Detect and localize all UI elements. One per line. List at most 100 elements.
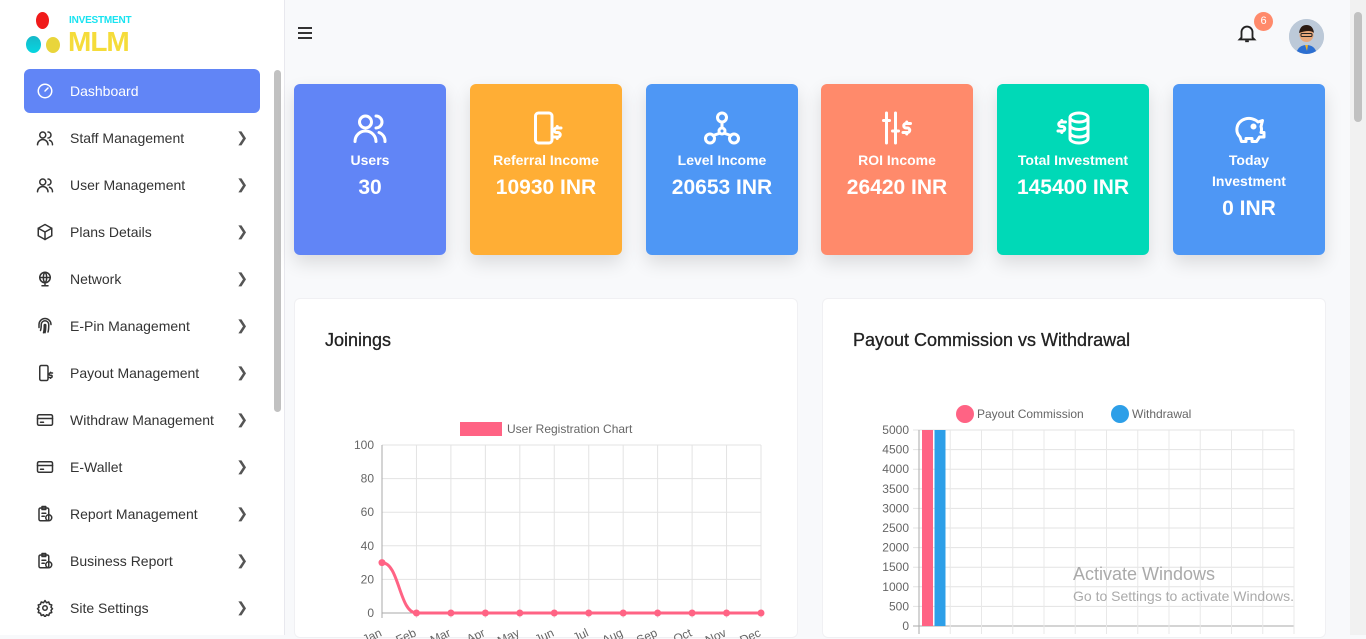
logo-top-text: INVESTMENT: [69, 15, 132, 26]
sidebar-item-label: Report Management: [70, 506, 198, 522]
dashboard-icon: [37, 83, 53, 99]
sidebar-item-network[interactable]: Network ❯: [24, 257, 260, 301]
x-tick-label: Apr: [464, 626, 487, 639]
topbar: 6: [286, 0, 1350, 68]
stat-card-referral-income[interactable]: Referral Income 10930 INR: [470, 84, 622, 255]
users-icon: [36, 131, 54, 146]
users-icon: [353, 114, 387, 143]
data-point[interactable]: [516, 609, 524, 617]
legend-label[interactable]: Withdrawal: [1132, 407, 1191, 421]
sidebar-item-e-wallet[interactable]: E-Wallet ❯: [24, 445, 260, 489]
sidebar-item-plans-details[interactable]: Plans Details ❯: [24, 210, 260, 254]
card-icon: [36, 458, 54, 476]
legend-swatch: [460, 422, 502, 436]
logo-main-text: MLM: [68, 26, 130, 57]
data-point[interactable]: [378, 559, 386, 567]
sidebar: INVESTMENT MLM Dashboard Staff Management…: [0, 0, 285, 635]
sidebar-item-label: Network: [70, 271, 122, 287]
y-tick-label: 1000: [882, 580, 909, 594]
legend-label[interactable]: User Registration Chart: [507, 422, 633, 436]
x-tick-label: Feb: [394, 625, 419, 639]
stat-value: 30: [358, 176, 382, 199]
sidebar-item-report-management[interactable]: Report Management ❯: [24, 492, 260, 536]
bar[interactable]: [922, 430, 933, 626]
sidebar-item-payout-management[interactable]: Payout Management ❯: [24, 351, 260, 395]
y-tick-label: 1500: [882, 560, 909, 574]
mobile-dollar-icon: [36, 364, 54, 382]
y-tick-label: 3000: [882, 501, 909, 515]
joinings-line-chart: User Registration Chart 100 80 60 40 20 0 Jan Fe…: [354, 422, 765, 639]
coins-icon: [1056, 111, 1090, 145]
page-scrollbar[interactable]: [1350, 0, 1366, 635]
dashboard-icon: [36, 82, 54, 100]
sidebar-item-label: Dashboard: [70, 83, 139, 99]
menu-toggle-icon[interactable]: [298, 27, 312, 39]
sidebar-item-business-report[interactable]: Business Report ❯: [24, 539, 260, 583]
data-point[interactable]: [757, 609, 765, 617]
sidebar-item-label: Business Report: [70, 553, 173, 569]
stat-label: ROI Income: [858, 152, 936, 168]
stat-label: Referral Income: [493, 152, 599, 168]
data-point[interactable]: [688, 609, 696, 617]
gear-icon: [36, 599, 54, 617]
stat-value: 145400 INR: [1016, 176, 1130, 199]
chevron-right-icon: ❯: [236, 411, 248, 427]
legend-label[interactable]: Payout Commission: [977, 407, 1084, 421]
users-icon: [36, 176, 54, 194]
data-point[interactable]: [723, 609, 731, 617]
y-tick-label: 3500: [882, 482, 909, 496]
y-tick-label: 20: [361, 572, 375, 586]
sidebar-item-user-management[interactable]: User Management ❯: [24, 163, 260, 207]
chevron-right-icon: ❯: [236, 129, 248, 145]
stat-card-users[interactable]: Users 30: [294, 84, 446, 255]
bar[interactable]: [934, 430, 946, 626]
card-icon: [36, 461, 54, 473]
sidebar-item-site-settings[interactable]: Site Settings ❯: [24, 586, 260, 630]
x-tick-label: Dec: [738, 626, 763, 639]
data-point[interactable]: [412, 609, 420, 617]
data-point[interactable]: [447, 609, 455, 617]
x-tick-label: Oct: [671, 625, 694, 639]
sidebar-item-label: E-Wallet: [70, 459, 123, 475]
data-point[interactable]: [550, 609, 558, 617]
logo[interactable]: INVESTMENT MLM: [26, 12, 136, 58]
chevron-right-icon: ❯: [236, 223, 248, 239]
x-tick-label: Sep: [634, 625, 660, 639]
stat-label: Today Investment: [1212, 152, 1286, 189]
stat-label: Users: [350, 152, 390, 168]
report-icon: [36, 505, 54, 523]
sidebar-item-withdraw-management[interactable]: Withdraw Management ❯: [24, 398, 260, 442]
sidebar-item-dashboard[interactable]: Dashboard: [24, 69, 260, 113]
watermark-line1: Activate Windows: [1073, 564, 1216, 584]
sidebar-item-label: Site Settings: [70, 600, 149, 616]
y-tick-label: 40: [361, 539, 375, 553]
legend-swatch: [1111, 405, 1129, 423]
sidebar-item-e-pin-management[interactable]: E-Pin Management ❯: [24, 304, 260, 348]
avatar[interactable]: [1289, 19, 1324, 54]
chevron-right-icon: ❯: [236, 505, 248, 521]
activate-windows-watermark: Activate Windows Go to Settings to activ…: [1073, 564, 1294, 604]
stat-card-today-investment[interactable]: Today Investment 0 INR: [1173, 84, 1325, 255]
stat-value: 26420 INR: [846, 176, 948, 199]
data-point[interactable]: [654, 609, 662, 617]
stat-card-roi-income[interactable]: ROI Income 26420 INR: [821, 84, 973, 255]
sidebar-scrollbar[interactable]: [274, 70, 281, 412]
data-point[interactable]: [585, 609, 593, 617]
x-tick-label: Jun: [533, 626, 556, 639]
stat-card-total-investment[interactable]: Total Investment 145400 INR: [997, 84, 1149, 255]
sidebar-item-staff-management[interactable]: Staff Management ❯: [24, 116, 260, 160]
x-tick-label: Mar: [428, 626, 453, 639]
data-point[interactable]: [619, 609, 627, 617]
users-icon: [36, 129, 54, 147]
y-tick-label: 500: [889, 599, 909, 613]
y-tick-label: 0: [367, 606, 374, 620]
stat-card-level-income[interactable]: Level Income 20653 INR: [646, 84, 798, 255]
globe-icon: [36, 270, 54, 288]
y-tick-label: 0: [902, 619, 909, 633]
data-point[interactable]: [481, 609, 489, 617]
gear-icon: [36, 599, 54, 617]
series-line: [381, 561, 761, 615]
report-icon: [38, 505, 53, 522]
y-tick-label: 60: [361, 505, 375, 519]
fingerprint-icon: [36, 317, 54, 335]
